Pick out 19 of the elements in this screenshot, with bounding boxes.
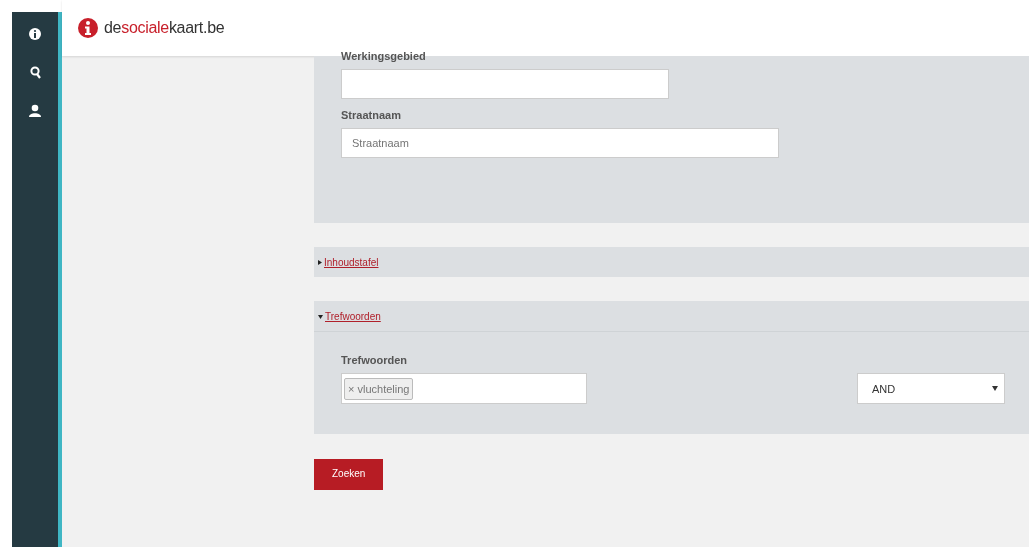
text-input-field[interactable]: [341, 69, 669, 99]
field-label: Straatnaam: [341, 109, 402, 121]
search-button[interactable]: Zoeken: [314, 459, 384, 490]
info-icon[interactable]: [29, 28, 41, 40]
caret-down-icon: [318, 314, 323, 319]
section-toggle-link[interactable]: Inhoudstafel: [318, 256, 379, 268]
field-label: Werkingsgebied: [341, 50, 427, 62]
caret-icon: [992, 386, 998, 391]
operator-dropdown[interactable]: AND: [857, 373, 1005, 404]
keyword-tag[interactable]: × vluchteling: [344, 377, 414, 400]
field-label: Trefwoorden: [341, 354, 408, 366]
search-icon[interactable]: [29, 65, 41, 79]
site-logo[interactable]: desocialekaart.be: [104, 19, 225, 37]
section-toggle-link[interactable]: Trefwoorden: [318, 310, 381, 322]
keyword-input-field[interactable]: × vluchteling: [341, 373, 587, 404]
caret-right-icon: [318, 260, 322, 266]
info-logo-icon: [78, 18, 98, 38]
user-icon[interactable]: [29, 103, 41, 117]
text-input-field[interactable]: Straatnaam: [341, 128, 779, 158]
